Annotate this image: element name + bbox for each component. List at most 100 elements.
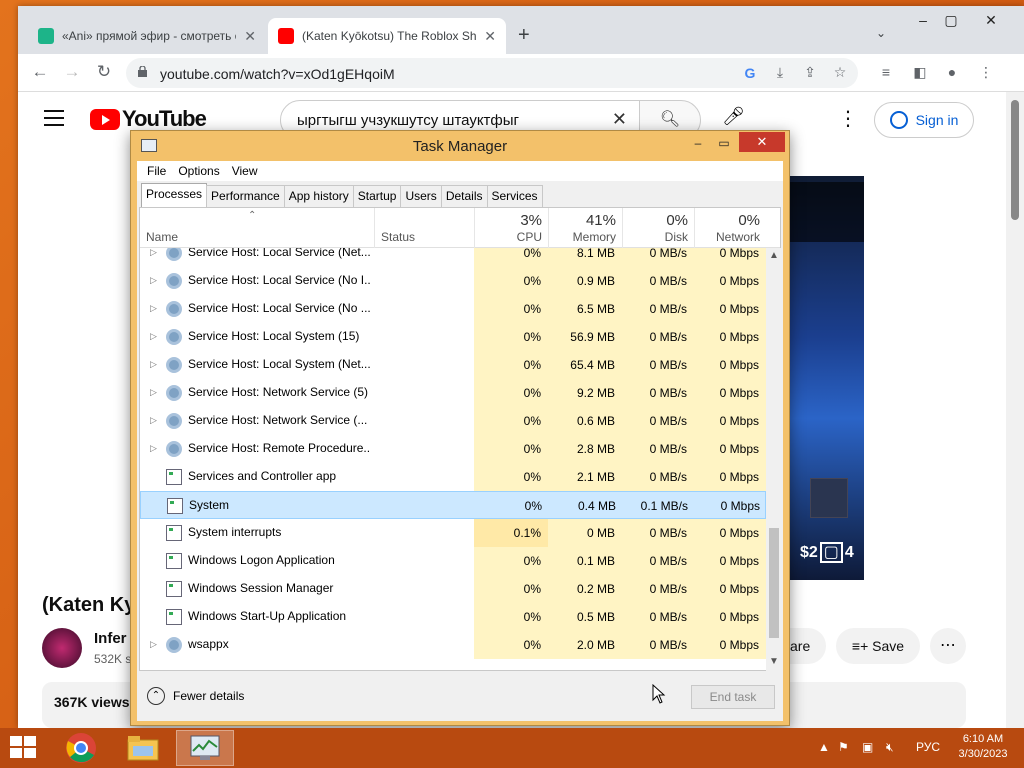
fewer-details-button[interactable]: ⌃ Fewer details xyxy=(147,687,244,705)
expand-chevron-icon[interactable]: ▷ xyxy=(150,275,157,286)
expand-chevron-icon[interactable]: ▷ xyxy=(150,639,157,650)
process-row[interactable]: ▷ Service Host: Local System (Net... 0% 65.… xyxy=(140,351,766,379)
close-tab-icon[interactable]: ✕ xyxy=(484,28,496,45)
channel-avatar[interactable] xyxy=(42,628,82,668)
google-translate-icon[interactable]: G xyxy=(740,65,760,81)
process-row[interactable]: Windows Logon Application 0% 0.1 MB 0 MB/s 0… xyxy=(140,547,766,575)
hamburger-menu-icon[interactable] xyxy=(44,110,64,131)
process-name: Service Host: Local System (Net... xyxy=(188,357,370,371)
channel-name[interactable]: Infer xyxy=(94,630,127,647)
save-button[interactable]: ≡+ Save xyxy=(836,628,920,664)
show-hidden-icons[interactable]: ▲ xyxy=(818,740,830,754)
process-row[interactable]: Windows Session Manager 0% 0.2 MB 0 MB/s 0 M… xyxy=(140,575,766,603)
tab-app-history[interactable]: App history xyxy=(283,185,354,207)
process-row[interactable]: ▷ Service Host: Local System (15) 0% 56.9 M… xyxy=(140,323,766,351)
process-name: Windows Logon Application xyxy=(188,553,335,567)
browser-tab-ani[interactable]: «Ani» прямой эфир - смотреть о ✕ xyxy=(28,18,266,54)
process-row[interactable]: ▷ Service Host: Local Service (No ... 0% 6.… xyxy=(140,295,766,323)
microphone-icon[interactable]: 🎤︎ xyxy=(722,106,745,127)
process-row[interactable]: ▷ wsappx 0% 2.0 MB 0 MB/s 0 Mbps xyxy=(140,631,766,659)
scrollbar-thumb[interactable] xyxy=(769,528,779,638)
install-icon[interactable]: ⤓ xyxy=(770,64,790,81)
windows-start-icon[interactable] xyxy=(10,736,38,760)
tab-services[interactable]: Services xyxy=(486,185,543,207)
close-window-icon[interactable]: ✕ xyxy=(976,12,1006,29)
process-row[interactable]: ▷ Service Host: Network Service (... 0% 0.6… xyxy=(140,407,766,435)
list-scrollbar[interactable]: ▲ ▼ xyxy=(766,248,782,672)
bookmark-star-icon[interactable]: ☆ xyxy=(830,64,850,81)
network-icon[interactable]: ▣ xyxy=(862,740,873,754)
expand-chevron-icon[interactable]: ▷ xyxy=(150,415,157,426)
menu-options[interactable]: Options xyxy=(172,161,225,181)
more-actions-icon[interactable]: ⋯ xyxy=(930,628,966,664)
process-row[interactable]: ▷ Service Host: Remote Procedure... 0% 2.8 … xyxy=(140,435,766,463)
minimize-icon[interactable]: – xyxy=(908,12,938,28)
video-player[interactable]: $2 ▢ 4 xyxy=(788,176,864,580)
tab-users[interactable]: Users xyxy=(400,185,442,207)
reload-icon[interactable]: ↻ xyxy=(92,62,116,82)
address-bar[interactable]: youtube.com/watch?v=xOd1gEHqoiM G ⤓ ⇪ ☆ xyxy=(126,58,858,88)
column-name[interactable]: ⌃ Name xyxy=(140,208,374,248)
expand-chevron-icon[interactable]: ▷ xyxy=(150,387,157,398)
column-cpu[interactable]: 3% CPU xyxy=(474,208,548,248)
action-center-flag-icon[interactable]: ⚑ xyxy=(838,740,849,754)
tab-performance[interactable]: Performance xyxy=(206,185,285,207)
column-network[interactable]: 0% Network xyxy=(694,208,766,248)
language-indicator[interactable]: РУС xyxy=(916,740,940,754)
menu-file[interactable]: File xyxy=(141,161,172,181)
expand-chevron-icon[interactable]: ▷ xyxy=(150,331,157,342)
reading-list-icon[interactable]: ≡ xyxy=(876,64,896,80)
scrollbar-thumb[interactable] xyxy=(1011,100,1019,220)
end-task-button[interactable]: End task xyxy=(691,685,775,709)
process-cpu: 0% xyxy=(474,295,548,323)
clock[interactable]: 6:10 AM 3/30/2023 xyxy=(948,732,1018,762)
close-icon[interactable]: ✕ xyxy=(739,132,785,152)
browser-tab-youtube[interactable]: (Katen Kyōkotsu) The Roblox Shu ✕ xyxy=(268,18,506,54)
process-row[interactable]: Services and Controller app 0% 2.1 MB 0 MB/… xyxy=(140,463,766,491)
maximize-icon[interactable]: ▭ xyxy=(711,135,737,153)
column-memory[interactable]: 41% Memory xyxy=(548,208,622,248)
volume-muted-icon[interactable]: 🔇︎ xyxy=(886,740,894,755)
expand-chevron-icon[interactable]: ▷ xyxy=(150,248,157,258)
menu-view[interactable]: View xyxy=(226,161,264,181)
taskbar-task-manager[interactable] xyxy=(176,730,234,766)
process-network: 0 Mbps xyxy=(694,547,766,575)
taskbar-file-explorer[interactable] xyxy=(114,730,172,766)
profile-icon[interactable]: ● xyxy=(942,64,962,80)
taskbar-chrome[interactable] xyxy=(52,730,110,766)
tab-search-icon[interactable]: ⌄ xyxy=(876,26,886,40)
expand-chevron-icon[interactable]: ▷ xyxy=(150,303,157,314)
page-scrollbar[interactable] xyxy=(1006,92,1024,728)
expand-chevron-icon[interactable]: ▷ xyxy=(150,359,157,370)
sign-in-button[interactable]: Sign in xyxy=(874,102,974,138)
task-manager-titlebar[interactable]: Task Manager – ▭ ✕ xyxy=(131,131,789,161)
process-cpu: 0.1% xyxy=(474,519,548,547)
process-row[interactable]: System 0% 0.4 MB 0.1 MB/s 0 Mbps xyxy=(140,491,766,519)
share-icon[interactable]: ⇪ xyxy=(800,64,820,81)
scroll-up-icon[interactable]: ▲ xyxy=(769,250,779,261)
tab-processes[interactable]: Processes xyxy=(141,183,208,207)
youtube-logo[interactable]: YouTube xyxy=(90,106,207,132)
process-row[interactable]: ▷ Service Host: Local Service (Net... 0% 8.… xyxy=(140,248,766,267)
expand-chevron-icon[interactable]: ▷ xyxy=(150,443,157,454)
process-row[interactable]: System interrupts 0.1% 0 MB 0 MB/s 0 Mbps xyxy=(140,519,766,547)
forward-icon[interactable]: → xyxy=(60,62,84,82)
column-status[interactable]: Status xyxy=(374,208,474,248)
tab-details[interactable]: Details xyxy=(440,185,488,207)
column-disk[interactable]: 0% Disk xyxy=(622,208,694,248)
back-icon[interactable]: ← xyxy=(28,62,52,82)
close-tab-icon[interactable]: ✕ xyxy=(244,28,256,45)
minimize-icon[interactable]: – xyxy=(685,135,711,153)
process-row[interactable]: ▷ Service Host: Local Service (No I... 0% 0… xyxy=(140,267,766,295)
side-panel-icon[interactable]: ◧ xyxy=(910,64,930,81)
process-row[interactable]: Windows Start-Up Application 0% 0.5 MB 0 MB… xyxy=(140,603,766,631)
chrome-menu-icon[interactable]: ⋮ xyxy=(976,64,996,81)
new-tab-button[interactable]: + xyxy=(518,24,530,47)
maximize-icon[interactable]: ▢ xyxy=(936,12,966,29)
tab-startup[interactable]: Startup xyxy=(352,185,402,207)
settings-kebab-icon[interactable]: ⋮ xyxy=(838,106,858,131)
process-row[interactable]: ▷ Service Host: Network Service (5) 0% 9.2 … xyxy=(140,379,766,407)
clear-search-icon[interactable]: ✕ xyxy=(612,109,627,130)
process-network: 0 Mbps xyxy=(694,631,766,659)
scroll-down-icon[interactable]: ▼ xyxy=(769,656,779,667)
